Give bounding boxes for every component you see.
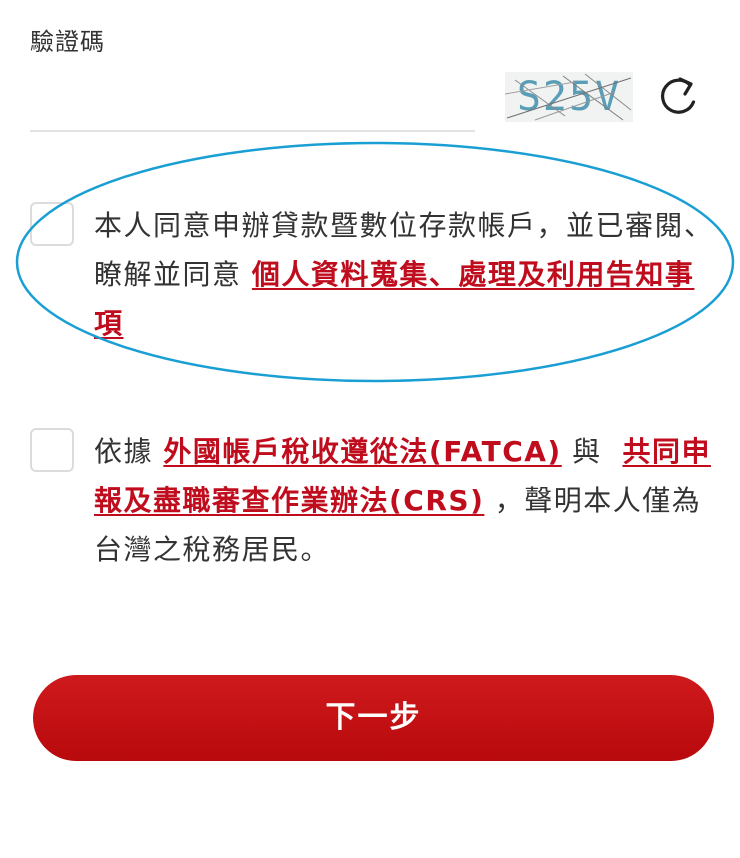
next-step-button[interactable]: 下一步 bbox=[33, 675, 714, 761]
captcha-input[interactable] bbox=[30, 70, 475, 132]
consent-checkbox-personal-data[interactable] bbox=[30, 202, 74, 246]
consent-text-tax-middle: 與 bbox=[561, 435, 623, 468]
fatca-link[interactable]: 外國帳戶稅收遵從法(FATCA) bbox=[163, 435, 561, 468]
consent-checkbox-tax-residency[interactable] bbox=[30, 428, 74, 472]
captcha-label: 驗證碼 bbox=[30, 28, 105, 56]
consent-text-tax-prefix: 依據 bbox=[94, 435, 164, 468]
consent-text-personal-data: 本人同意申辦貸款暨數位存款帳戶，並已審閱、瞭解並同意 個人資料蒐集、處理及利用告… bbox=[94, 201, 719, 348]
consent-text-tax-residency: 依據 外國帳戶稅收遵從法(FATCA) 與 共同申報及盡職審查作業辦法(CRS)… bbox=[94, 427, 719, 574]
refresh-icon[interactable] bbox=[656, 72, 700, 120]
captcha-image: S25V bbox=[505, 72, 633, 122]
captcha-noise-lines bbox=[505, 73, 632, 121]
